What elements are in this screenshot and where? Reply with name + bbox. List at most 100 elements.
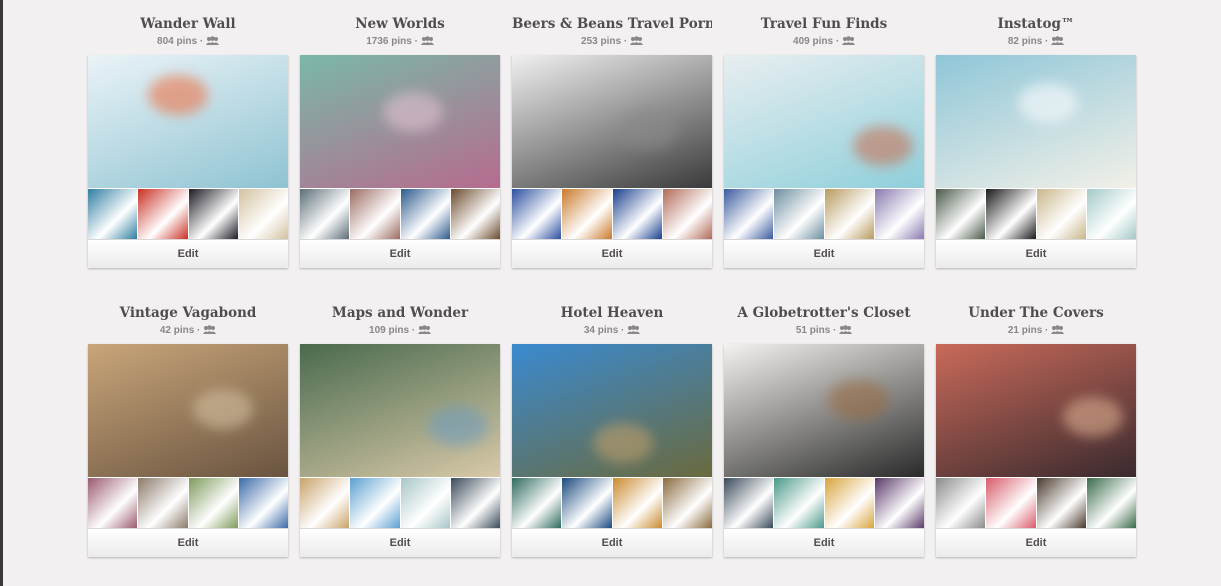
edit-board-button[interactable]: Edit xyxy=(936,239,1136,268)
board-thumbnail[interactable] xyxy=(1036,189,1087,239)
edit-board-button[interactable]: Edit xyxy=(724,528,924,557)
board-thumbnail[interactable] xyxy=(450,189,500,239)
board-pin-count: 253 pins · xyxy=(512,35,712,49)
board-thumbnail[interactable] xyxy=(400,478,451,528)
edit-board-button[interactable]: Edit xyxy=(88,528,288,557)
board-thumbnail[interactable] xyxy=(774,478,825,528)
board-thumbnail[interactable] xyxy=(824,478,875,528)
board-thumbnail[interactable] xyxy=(512,478,563,528)
board-thumbnail[interactable] xyxy=(450,478,500,528)
board-title[interactable]: Travel Fun Finds xyxy=(724,15,924,33)
board-cover-image[interactable] xyxy=(300,55,500,188)
board-thumbnail[interactable] xyxy=(188,189,239,239)
group-icon xyxy=(420,36,434,45)
pin-count-text: 804 pins xyxy=(157,36,198,47)
board-thumbnail[interactable] xyxy=(300,189,351,239)
board-cover-image[interactable] xyxy=(88,55,288,188)
board-thumbnail[interactable] xyxy=(512,189,563,239)
board-title[interactable]: Maps and Wonder xyxy=(300,304,500,322)
board-cover-image[interactable] xyxy=(724,55,924,188)
board-thumbnail[interactable] xyxy=(138,189,189,239)
board-thumbnail[interactable] xyxy=(562,189,613,239)
board-thumbnails xyxy=(724,188,924,239)
board-preview[interactable]: Edit xyxy=(724,344,924,557)
board-thumbnail[interactable] xyxy=(350,189,401,239)
board-thumbnail[interactable] xyxy=(1036,478,1087,528)
board-thumbnails xyxy=(300,477,500,528)
board-thumbnail[interactable] xyxy=(138,478,189,528)
board-preview[interactable]: Edit xyxy=(936,344,1136,557)
board-thumbnail[interactable] xyxy=(562,478,613,528)
board-thumbnail[interactable] xyxy=(874,478,924,528)
board-cover-image[interactable] xyxy=(936,344,1136,477)
pin-count-text: 109 pins xyxy=(369,325,410,336)
board-cover-image[interactable] xyxy=(724,344,924,477)
board-title[interactable]: Under The Covers xyxy=(936,304,1136,322)
board-preview[interactable]: Edit xyxy=(300,55,500,268)
board-thumbnail[interactable] xyxy=(774,189,825,239)
board-title[interactable]: Vintage Vagabond xyxy=(88,304,288,322)
pin-count-text: 409 pins xyxy=(793,36,834,47)
cover-highlight xyxy=(1018,83,1078,123)
board-cover-image[interactable] xyxy=(512,55,712,188)
board-card: Travel Fun Finds 409 pins · Edit xyxy=(724,15,924,268)
board-pin-count: 82 pins · xyxy=(936,35,1136,49)
cover-highlight xyxy=(428,406,488,446)
pin-count-text: 51 pins xyxy=(795,325,831,336)
board-thumbnail[interactable] xyxy=(612,478,663,528)
board-thumbnail[interactable] xyxy=(986,478,1037,528)
board-thumbnail[interactable] xyxy=(936,478,987,528)
board-preview[interactable]: Edit xyxy=(512,55,712,268)
board-thumbnail[interactable] xyxy=(824,189,875,239)
board-preview[interactable]: Edit xyxy=(936,55,1136,268)
board-thumbnail[interactable] xyxy=(238,478,288,528)
board-thumbnail[interactable] xyxy=(874,189,924,239)
board-title[interactable]: Hotel Heaven xyxy=(512,304,712,322)
board-preview[interactable]: Edit xyxy=(88,55,288,268)
board-cover-image[interactable] xyxy=(88,344,288,477)
board-pin-count: 51 pins · xyxy=(724,324,924,338)
board-title[interactable]: New Worlds xyxy=(300,15,500,33)
edit-board-button[interactable]: Edit xyxy=(724,239,924,268)
board-cover-image[interactable] xyxy=(512,344,712,477)
board-thumbnail[interactable] xyxy=(1086,478,1136,528)
board-thumbnail[interactable] xyxy=(88,478,139,528)
board-thumbnail[interactable] xyxy=(188,478,239,528)
board-preview[interactable]: Edit xyxy=(512,344,712,557)
board-card: Under The Covers 21 pins · Edit xyxy=(936,304,1136,557)
board-thumbnail[interactable] xyxy=(1086,189,1136,239)
board-preview[interactable]: Edit xyxy=(724,55,924,268)
board-thumbnail[interactable] xyxy=(238,189,288,239)
board-title[interactable]: A Globetrotter's Closet xyxy=(724,304,924,322)
board-pin-count: 21 pins · xyxy=(936,324,1136,338)
board-title[interactable]: Wander Wall xyxy=(88,15,288,33)
pin-count-text: 253 pins xyxy=(581,36,622,47)
board-title[interactable]: Beers & Beans Travel Porn xyxy=(512,15,712,33)
cover-highlight xyxy=(853,126,913,166)
edit-board-button[interactable]: Edit xyxy=(300,528,500,557)
edit-board-button[interactable]: Edit xyxy=(512,239,712,268)
board-cover-image[interactable] xyxy=(936,55,1136,188)
window-edge xyxy=(0,0,3,586)
board-thumbnail[interactable] xyxy=(662,478,712,528)
board-cover-image[interactable] xyxy=(300,344,500,477)
board-thumbnail[interactable] xyxy=(662,189,712,239)
board-thumbnail[interactable] xyxy=(612,189,663,239)
board-preview[interactable]: Edit xyxy=(300,344,500,557)
group-icon xyxy=(1051,325,1065,334)
edit-board-button[interactable]: Edit xyxy=(512,528,712,557)
board-thumbnail[interactable] xyxy=(350,478,401,528)
board-thumbnail[interactable] xyxy=(936,189,987,239)
board-thumbnail[interactable] xyxy=(986,189,1037,239)
edit-board-button[interactable]: Edit xyxy=(88,239,288,268)
board-pin-count: 34 pins · xyxy=(512,324,712,338)
board-preview[interactable]: Edit xyxy=(88,344,288,557)
edit-board-button[interactable]: Edit xyxy=(936,528,1136,557)
edit-board-button[interactable]: Edit xyxy=(300,239,500,268)
board-thumbnail[interactable] xyxy=(724,189,775,239)
board-thumbnail[interactable] xyxy=(300,478,351,528)
board-thumbnail[interactable] xyxy=(400,189,451,239)
board-title[interactable]: Instatog™ xyxy=(936,15,1136,33)
board-thumbnail[interactable] xyxy=(724,478,775,528)
board-thumbnail[interactable] xyxy=(88,189,139,239)
